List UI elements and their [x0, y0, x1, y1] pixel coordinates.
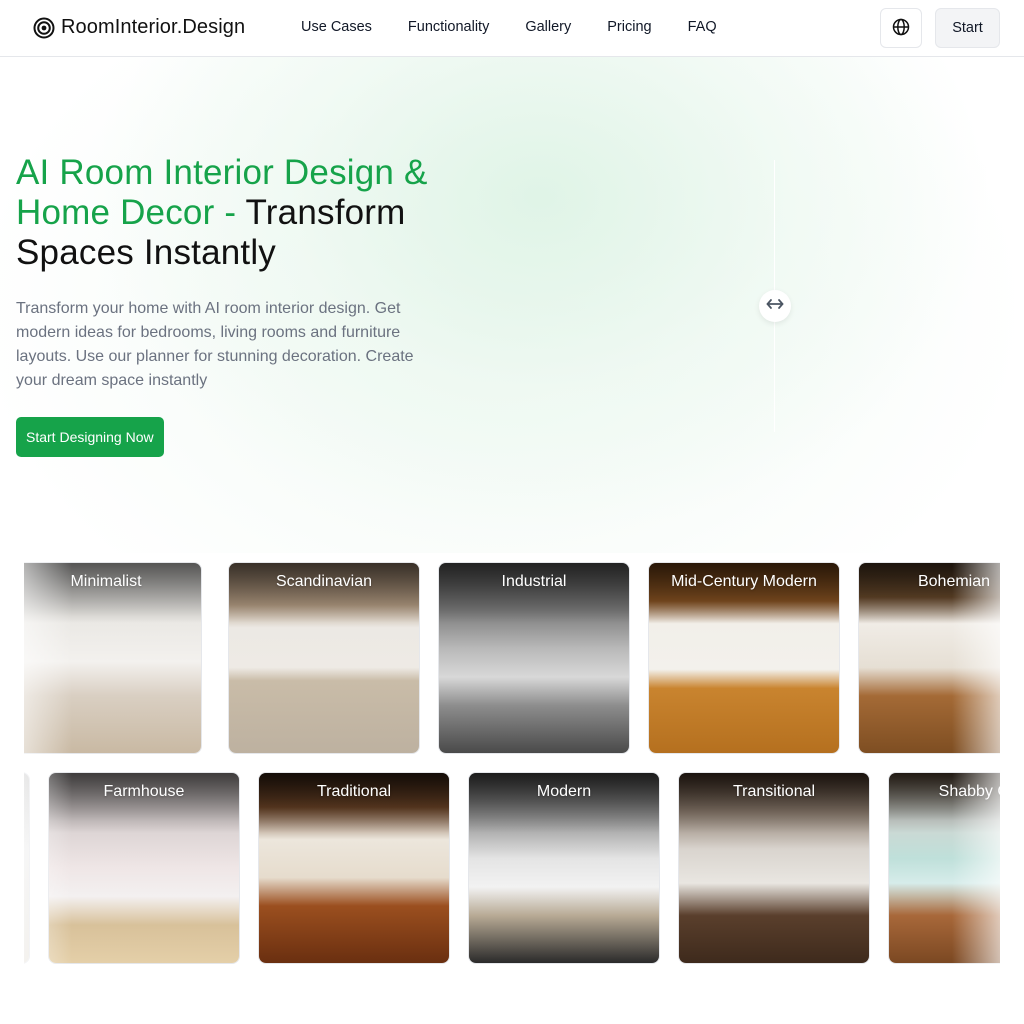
nav-use-cases[interactable]: Use Cases: [301, 19, 372, 35]
nav-functionality[interactable]: Functionality: [408, 19, 489, 35]
style-gallery-row-1: Minimalist Scandinavian Industrial Mid-C…: [24, 561, 1000, 755]
start-button[interactable]: Start: [935, 8, 1000, 48]
globe-icon: [892, 18, 910, 39]
style-label: Mid-Century Modern: [671, 573, 817, 590]
left-right-arrows-icon: [766, 297, 784, 315]
style-card-industrial[interactable]: Industrial: [438, 562, 630, 754]
target-rings-icon: [33, 17, 55, 39]
style-label: Farmhouse: [103, 783, 185, 800]
nav-pricing[interactable]: Pricing: [607, 19, 651, 35]
style-label: Scandinavian: [275, 573, 373, 590]
hero-title: AI Room Interior Design & Home Decor - T…: [16, 153, 486, 273]
style-card-minimalist[interactable]: Minimalist: [24, 562, 202, 754]
style-card-traditional[interactable]: Traditional: [258, 772, 450, 964]
style-card-bohemian[interactable]: Bohemian: [858, 562, 1000, 754]
style-card-scandinavian[interactable]: Scandinavian: [228, 562, 420, 754]
style-label: Transitional: [732, 783, 816, 800]
start-designing-button[interactable]: Start Designing Now: [16, 417, 164, 457]
style-card-shabby-chic[interactable]: Shabby Chic: [888, 772, 1000, 964]
style-card-partial[interactable]: [24, 772, 30, 964]
style-label: Modern: [536, 783, 592, 800]
style-card-modern[interactable]: Modern: [468, 772, 660, 964]
compare-slider-handle[interactable]: [759, 290, 791, 322]
room-image: [24, 773, 29, 963]
style-label: Industrial: [501, 573, 567, 590]
style-label: Shabby Chic: [938, 783, 1000, 800]
main-nav: Use Cases Functionality Gallery Pricing …: [301, 19, 717, 35]
nav-faq[interactable]: FAQ: [688, 19, 717, 35]
logo-text: RoomInterior.Design: [61, 16, 246, 38]
logo-link[interactable]: RoomInterior.Design: [33, 16, 245, 39]
nav-gallery[interactable]: Gallery: [525, 19, 571, 35]
style-gallery-row-2: Farmhouse Traditional Modern Transitiona…: [24, 771, 1000, 965]
style-label: Minimalist: [70, 573, 142, 590]
style-card-mid-century-modern[interactable]: Mid-Century Modern: [648, 562, 840, 754]
style-card-transitional[interactable]: Transitional: [678, 772, 870, 964]
style-label: Traditional: [316, 783, 392, 800]
style-card-farmhouse[interactable]: Farmhouse: [48, 772, 240, 964]
hero-description: Transform your home with AI room interio…: [16, 300, 414, 389]
style-label: Bohemian: [917, 573, 991, 590]
hero-section: AI Room Interior Design & Home Decor - T…: [0, 57, 1024, 553]
language-button[interactable]: [880, 8, 922, 48]
site-header: RoomInterior.Design Use Cases Functional…: [0, 0, 1024, 57]
